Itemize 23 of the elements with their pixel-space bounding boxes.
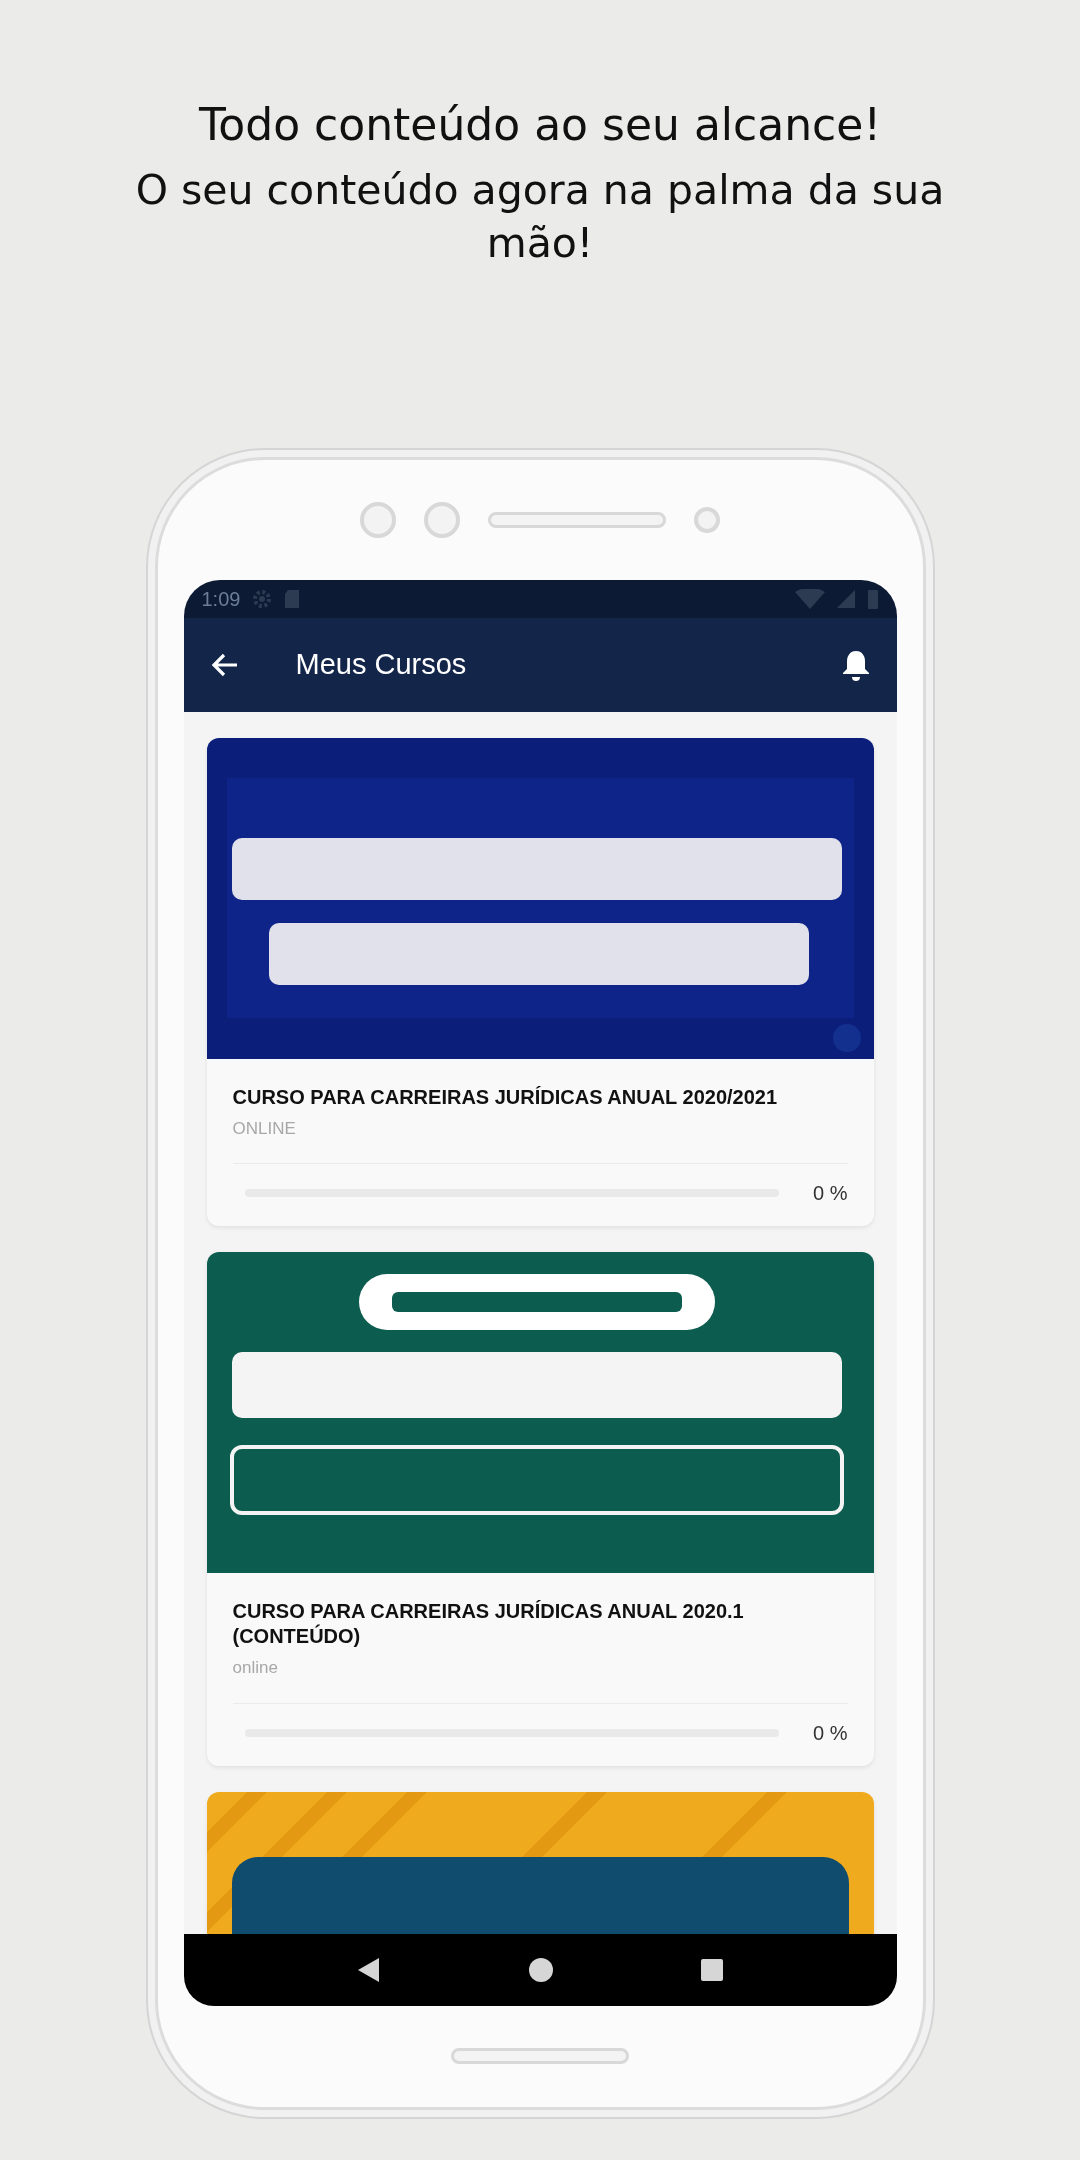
sensor-icon [694,506,720,533]
recents-icon[interactable] [700,1958,723,1981]
home-icon[interactable] [529,1957,553,1982]
course-title: CURSO PARA CARREIRAS JURÍDICAS ANUAL 2020/2021 [232,1084,779,1110]
progress-percentage: 0 % [813,1720,848,1746]
camera-icon [424,501,460,538]
course-card[interactable]: CURSO PARA CARREIRAS JURÍDICAS ANUAL 2020/2021 ONLINE 0 % [206,737,874,1227]
battery-icon [866,587,879,610]
course-card[interactable]: CURSO PARA CARREIRAS JURÍDICAS ANUAL 2020.1 (CONTEÚDO) online 0 % [206,1252,874,1766]
course-modality: ONLINE [232,1117,297,1140]
camera-icon [360,501,396,538]
signal-icon [836,589,855,608]
app-bar-title: Meus Cursos [295,646,468,682]
progress-percentage: 0 % [813,1181,848,1207]
headline-title: Todo conteúdo ao seu alcance! [198,98,882,152]
headline-subtitle: O seu conteúdo agora na palma da sua mão! [134,165,946,270]
wifi-icon [794,588,825,609]
course-modality: online [232,1657,279,1680]
sd-card-icon [284,588,301,609]
course-title: CURSO PARA CARREIRAS JURÍDICAS ANUAL 2020.1 (CONTEÚDO) [232,1599,745,1650]
status-time: 1:09 [201,586,241,612]
gear-icon [252,588,273,609]
back-icon[interactable] [357,1956,382,1983]
